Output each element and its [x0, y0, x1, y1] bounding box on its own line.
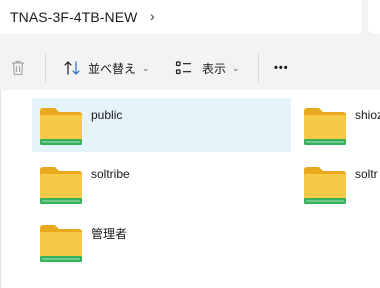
folder-name: 管理者	[91, 227, 128, 241]
more-icon: •••	[274, 62, 289, 74]
folder-item-soltr[interactable]: soltr	[296, 157, 380, 211]
folder-item-shioz[interactable]: shioz	[296, 98, 380, 152]
folder-network-icon	[304, 108, 346, 145]
sort-button[interactable]: 並べ替え ⌄	[62, 46, 150, 90]
folder-name: soltr	[355, 167, 378, 181]
breadcrumb-chevron-icon[interactable]: ›	[150, 8, 155, 24]
delete-button[interactable]	[8, 46, 28, 90]
sort-label: 並べ替え	[88, 61, 137, 76]
address-bar[interactable]: TNAS-3F-4TB-NEW ›	[0, 0, 362, 34]
folder-network-icon	[40, 225, 82, 262]
chevron-down-icon: ⌄	[142, 62, 150, 73]
search-box-edge[interactable]	[368, 0, 380, 34]
view-button[interactable]: 表示 ⌄	[174, 46, 240, 90]
folder-network-icon	[40, 167, 82, 204]
chevron-down-icon: ⌄	[232, 62, 240, 73]
toolbar-separator	[258, 54, 259, 82]
folder-item-public[interactable]: public	[32, 98, 291, 152]
folder-item-admin[interactable]: 管理者	[32, 215, 291, 269]
view-details-icon	[175, 61, 191, 75]
folder-item-soltribe[interactable]: soltribe	[32, 157, 291, 211]
folder-network-icon	[40, 108, 82, 145]
trash-icon	[12, 60, 24, 76]
folder-name: public	[91, 108, 123, 122]
folder-name: shioz	[355, 108, 380, 122]
view-label: 表示	[202, 61, 227, 76]
toolbar-separator	[45, 54, 46, 82]
sort-icon	[64, 61, 80, 75]
more-options-button[interactable]: •••	[274, 46, 289, 90]
breadcrumb-tnas[interactable]: TNAS-3F-4TB-NEW	[10, 9, 138, 25]
command-bar: 並べ替え ⌄ 表示 ⌄ •••	[0, 46, 380, 90]
folder-network-icon	[304, 167, 346, 204]
pane-divider	[0, 90, 1, 288]
folder-name: soltribe	[91, 167, 130, 181]
